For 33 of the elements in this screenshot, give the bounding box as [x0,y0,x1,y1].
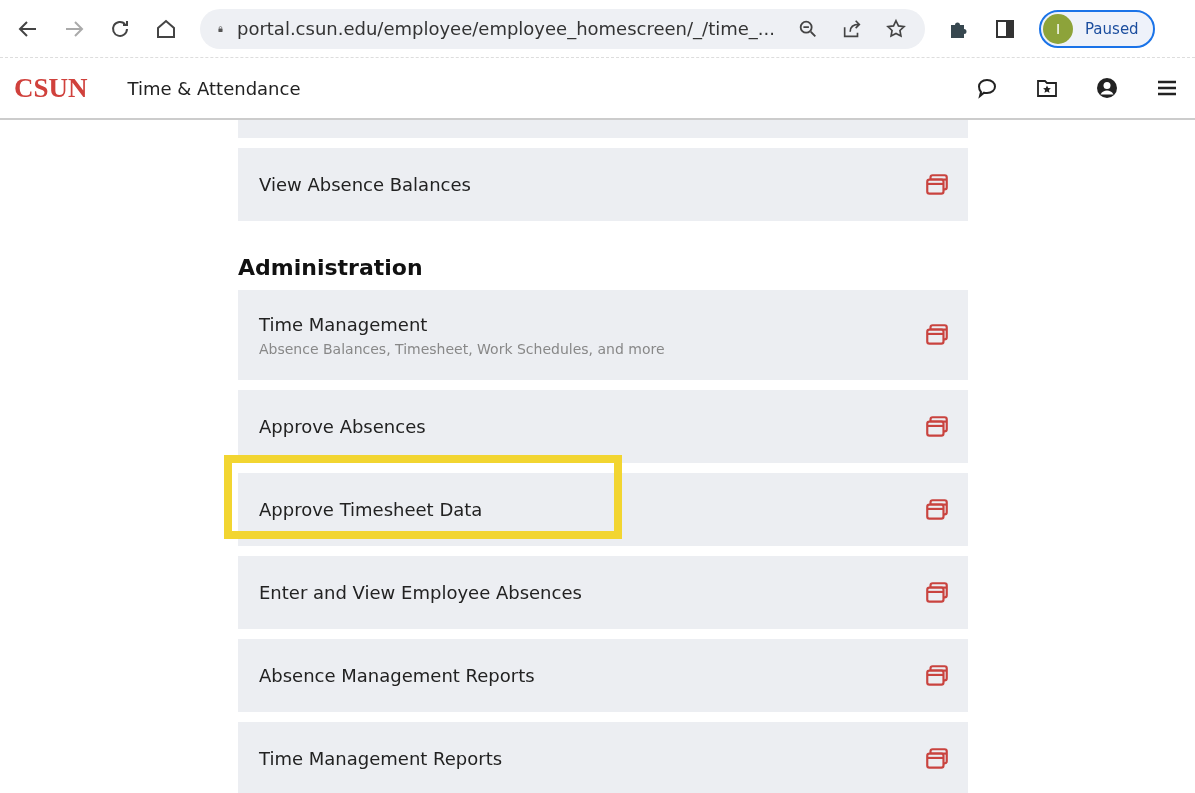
chat-icon[interactable] [975,76,999,100]
card-title: Enter and View Employee Absences [259,582,583,603]
windows-icon [924,322,950,348]
address-bar[interactable]: portal.csun.edu/employee/employee_homescreen/_/time_... [200,8,925,49]
card-title: Approve Timesheet Data [259,499,484,520]
windows-icon [924,171,950,198]
menu-card[interactable]: Absence Management Reports [238,639,968,712]
card-title: Time Management [259,313,429,335]
menu-card[interactable]: Approve Absences [238,390,968,463]
account-icon[interactable] [1095,76,1119,100]
menu-card[interactable]: Enter and View Employee Absences [238,556,968,629]
card-title: Approve Absences [259,416,427,437]
url-text: portal.csun.edu/employee/employee_homescreen/_/time_... [236,18,775,39]
menu-card[interactable]: Time Management Reports [238,722,968,793]
windows-icon [924,496,950,523]
windows-icon [924,745,950,772]
menu-card[interactable]: Time Management Absence Balances, Timesheet, Work Schedules, and more [238,290,968,380]
profile-avatar: I [1043,13,1073,44]
menu-card[interactable]: Approve Timesheet Data [238,473,968,546]
windows-icon [924,579,950,606]
card-title: Absence Management Reports [259,665,536,686]
profile-button[interactable]: I Paused [1039,9,1155,48]
share-icon[interactable] [841,17,863,40]
star-icon[interactable] [885,17,907,40]
page-title: Time & Attendance [127,77,301,99]
card-title: Time Management Reports [259,748,504,769]
windows-icon [924,662,950,689]
section-heading: Administration [238,255,424,280]
logo[interactable]: CSUN [14,72,88,104]
menu-card[interactable]: View Absence Balances [238,148,968,221]
card-title: View Absence Balances [259,174,472,195]
windows-icon [924,413,950,440]
card-subtitle: Absence Balances, Timesheet, Work Schedules, and more [259,340,666,357]
